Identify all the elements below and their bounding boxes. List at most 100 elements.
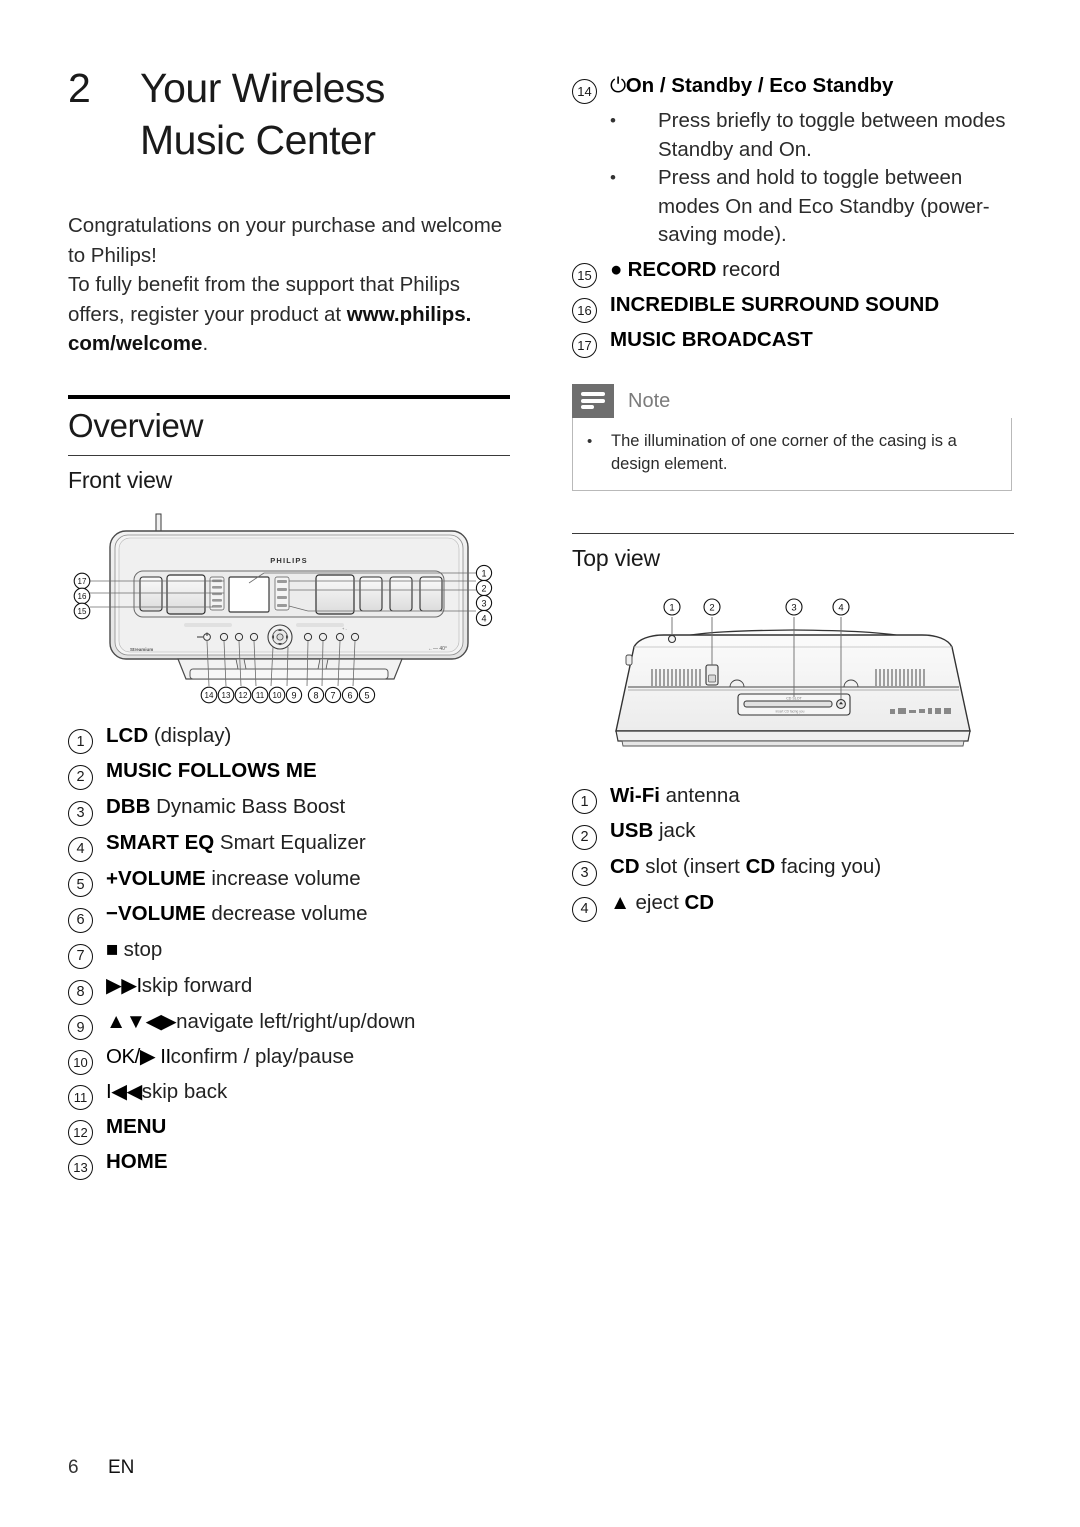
svg-text:7: 7 (330, 690, 335, 700)
note-box: Note • The illumination of one corner of… (572, 383, 1012, 491)
philips-url-part1: www.philips. (346, 302, 472, 326)
front-view-legend-continued: 14 ⏻On / Standby / Eco Standby • Press brie… (572, 72, 1014, 358)
front-legend-item-glyph-8: ▶▶I (106, 973, 142, 997)
note-header: Note (572, 383, 1012, 418)
front-legend-item-label-11: I◀◀skip back (106, 1080, 228, 1104)
svg-text:←— 40°: ←— 40° (428, 646, 447, 652)
top-legend-item-label-3: CD slot (insert CD facing you) (610, 855, 882, 878)
top-callout-4: 4 (832, 597, 850, 616)
front-callout-13: 13 (217, 686, 235, 703)
note-body: • The illumination of one corner of the … (572, 417, 1012, 491)
front-legend-item-label-6: −VOLUME decrease volume (106, 902, 368, 926)
svg-text:2: 2 (709, 602, 714, 613)
svg-text:13: 13 (222, 691, 231, 700)
top-legend-item-glyph-4: ▲ (610, 890, 630, 914)
right-legend-item-row: 16 INCREDIBLE SURROUND SOUND (572, 291, 1014, 323)
svg-text:5: 5 (364, 690, 369, 700)
manual-page: 2 Your Wireless Music Center Congratulat… (0, 0, 1080, 1527)
right-legend-item-glyph-14: ⏻ (610, 74, 626, 97)
front-legend-item-glyph-7: ■ (106, 938, 118, 961)
front-view-heading: Front view (68, 466, 173, 493)
front-callout-10: 10 (268, 686, 286, 703)
chapter-number: 2 (68, 65, 91, 111)
front-legend-item-row: 3 DBB Dynamic Bass Boost (68, 793, 510, 826)
right-legend-item-number-14: 14 (572, 79, 597, 104)
front-legend-item-number-13: 13 (68, 1155, 93, 1181)
front-callout-5: 5 (358, 686, 376, 703)
front-legend-item-number-7: 7 (68, 943, 93, 969)
front-legend-item-label-2: MUSIC FOLLOWS ME (106, 759, 317, 783)
front-legend-item-number-4: 4 (68, 836, 93, 862)
front-callout-14: 14 (200, 686, 218, 703)
top-legend-item-row: 3 CD slot (insert CD facing you) (572, 853, 1014, 886)
front-legend-item-number-9: 9 (68, 1015, 93, 1041)
top-legend-item-label-1: Wi-Fi antenna (610, 783, 740, 807)
front-legend-item-row: 5 +VOLUME increase volume (68, 865, 510, 898)
front-view-figure: PHILIPS + - Streamium ←— 40° 1 2 3 4 17 … (68, 511, 510, 712)
front-callout-8: 8 (307, 686, 325, 703)
right-legend-item-row: 17 MUSIC BROADCAST (572, 326, 1014, 358)
svg-text:1: 1 (481, 568, 486, 578)
sub-item-text: Press and hold to toggle between modes O… (658, 166, 990, 246)
chapter-title: Your Wireless Music Center (140, 62, 385, 166)
page-footer: 6 EN (68, 1457, 134, 1479)
right-legend-item-row: 14 ⏻On / Standby / Eco Standby (572, 72, 1014, 104)
cd-slot-shape (743, 700, 833, 707)
front-legend-item-glyph-11: I◀◀ (106, 1080, 142, 1104)
front-legend-item-row: 13 HOME (68, 1148, 510, 1181)
philips-brand-text: PHILIPS (270, 556, 308, 565)
top-view-legend: 1 Wi-Fi antenna 2 USB jack 3 CD slot (insert … (572, 782, 1014, 922)
chapter-title-line2: Music Center (140, 117, 376, 163)
top-legend-item-number-3: 3 (572, 860, 597, 886)
front-legend-item-label-4: SMART EQ Smart Equalizer (106, 830, 366, 854)
svg-text:11: 11 (256, 691, 265, 700)
svg-text:16: 16 (78, 592, 87, 601)
right-legend-item-glyph-15: ● (610, 257, 622, 281)
svg-text:6: 6 (347, 690, 352, 700)
front-legend-item-label-8: ▶▶Iskip forward (106, 973, 253, 997)
front-legend-item-number-11: 11 (68, 1085, 93, 1111)
intro-paragraph: Congratulations on your purchase and wel… (68, 211, 510, 359)
front-legend-item-label-13: HOME (106, 1150, 168, 1174)
svg-text:insert CD facing you: insert CD facing you (776, 709, 805, 713)
front-legend-item-label-12: MENU (106, 1115, 167, 1139)
intro-line-3: To fully benefit from the support that P… (68, 273, 460, 296)
wifi-antenna-nub (667, 634, 677, 643)
svg-text:12: 12 (239, 691, 248, 700)
front-legend-item-row: 2 MUSIC FOLLOWS ME (68, 757, 510, 790)
note-lines-icon (581, 392, 605, 409)
front-callout-2: 2 (475, 579, 493, 596)
right-legend-item-sub-item: • Press and hold to toggle between modes … (610, 164, 1014, 250)
front-callout-12: 12 (234, 686, 252, 703)
front-legend-item-row: 7 ■ stop (68, 936, 510, 969)
front-callout-7: 7 (324, 686, 342, 703)
top-view-heading: Top view (572, 544, 660, 571)
note-bullet: • (587, 432, 593, 450)
svg-text:3: 3 (791, 602, 796, 613)
front-legend-item-label-5: +VOLUME increase volume (106, 866, 361, 890)
chapter-heading: 2 Your Wireless Music Center (68, 62, 510, 166)
intro-line-5: com/welcome. (68, 329, 510, 359)
front-legend-item-row: 12 MENU (68, 1113, 510, 1146)
right-legend-item-row: 15 ● RECORD record (572, 256, 1014, 288)
front-legend-item-number-5: 5 (68, 872, 93, 898)
front-legend-item-label-9: ▲▼◀▶navigate left/right/up/down (106, 1009, 416, 1033)
svg-text:1: 1 (669, 602, 674, 613)
top-callout-2: 2 (703, 597, 721, 616)
front-legend-item-glyph-10: OK/▶ II (106, 1045, 171, 1069)
right-legend-item-label-15: ● RECORD record (610, 257, 781, 281)
front-view-legend: 1 LCD (display) 2 MUSIC FOLLOWS ME 3 DBB Dyna… (68, 722, 510, 1181)
right-legend-item-sub-item: • Press briefly to toggle between modes S… (610, 107, 1014, 164)
top-legend-item-row: 1 Wi-Fi antenna (572, 782, 1014, 815)
front-legend-item-row: 1 LCD (display) (68, 722, 510, 755)
front-legend-item-label-7: ■ stop (106, 938, 163, 961)
right-legend-item-sublist-14: • Press briefly to toggle between modes S… (610, 107, 1014, 250)
front-legend-item-row: 10 OK/▶ IIconfirm / play/pause (68, 1043, 510, 1076)
svg-text:CD SLOT: CD SLOT (786, 696, 802, 700)
front-callout-4: 4 (475, 609, 493, 626)
top-legend-item-number-2: 2 (572, 825, 597, 850)
top-callout-3: 3 (785, 597, 803, 616)
front-callout-1: 1 (475, 564, 493, 581)
note-text: The illumination of one corner of the ca… (611, 431, 957, 473)
svg-text:8: 8 (313, 690, 318, 700)
